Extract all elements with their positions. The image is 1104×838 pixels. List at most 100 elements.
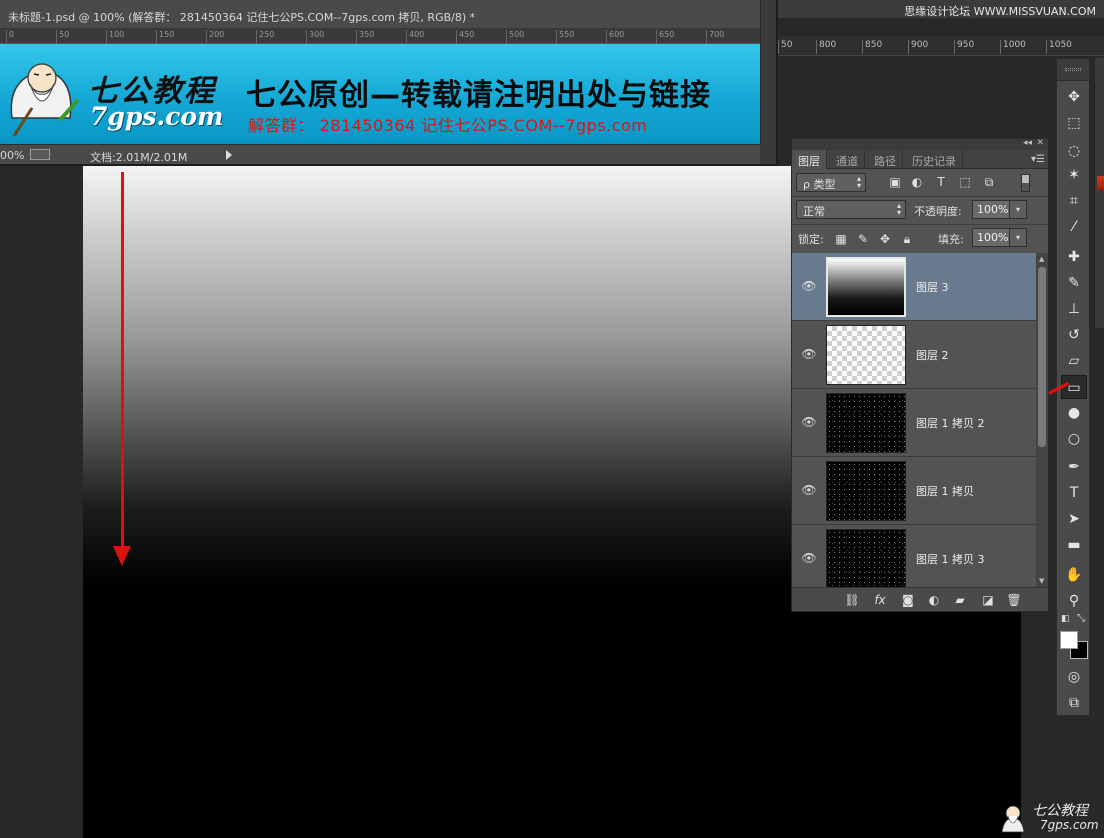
adjustment-icon[interactable]: ◐ xyxy=(926,592,942,608)
visibility-eye-icon[interactable]: 👁︎ xyxy=(798,483,820,497)
opacity-input[interactable]: 100% xyxy=(972,200,1010,219)
fill-dropdown-icon[interactable]: ▾ xyxy=(1009,228,1027,247)
type-tool-icon[interactable]: T xyxy=(1061,481,1087,505)
filter-toggle[interactable] xyxy=(1021,174,1030,192)
screen-mode-icon[interactable]: ⧉ xyxy=(1061,691,1087,715)
trash-icon[interactable]: 🗑︎ xyxy=(1006,592,1022,608)
eraser-tool-icon[interactable]: ▱ xyxy=(1061,349,1087,373)
document-vertical-scrollbar[interactable] xyxy=(760,0,776,144)
hand-tool-icon[interactable]: ✋ xyxy=(1061,563,1087,587)
blend-mode-select[interactable]: 正常 ▴ ▾ xyxy=(796,200,906,219)
sage-mascot-icon xyxy=(10,63,80,137)
layer-row[interactable]: 👁︎ 图层 1 拷贝 3 xyxy=(792,525,1036,587)
status-menu-arrow-icon[interactable] xyxy=(226,150,232,160)
lock-position-icon[interactable]: ✥ xyxy=(878,232,892,246)
smart-object-filter-icon[interactable]: ⧉ xyxy=(982,175,996,189)
magic-wand-tool-icon[interactable]: ✶ xyxy=(1061,163,1087,187)
history-brush-tool-icon[interactable]: ↺ xyxy=(1061,323,1087,347)
opacity-label: 不透明度: xyxy=(914,205,962,218)
zoom-tool-icon[interactable]: ⚲ xyxy=(1061,589,1087,613)
document-resize-handle[interactable] xyxy=(760,144,776,164)
panel-menu-icon[interactable]: ▾☰ xyxy=(1031,154,1045,165)
banner-image: 七公教程 7gps.com 七公原创—转载请注明出处与链接 解答群： 28145… xyxy=(0,44,760,144)
foreground-color-swatch[interactable] xyxy=(1060,631,1078,649)
tools-grip[interactable] xyxy=(1057,59,1089,81)
type-filter-icon[interactable]: T xyxy=(934,175,948,189)
layer-row[interactable]: 👁︎ 图层 1 拷贝 2 xyxy=(792,389,1036,457)
brush-tool-icon[interactable]: ✎ xyxy=(1061,271,1087,295)
visibility-eye-icon[interactable]: 👁︎ xyxy=(798,415,820,429)
filter-kind-select[interactable]: ρ 类型 ▴ ▾ xyxy=(796,173,866,192)
link-icon[interactable]: ⛓ xyxy=(844,592,860,608)
ruler-tick: 450 xyxy=(456,30,474,43)
close-icon[interactable]: ✕ xyxy=(1036,138,1044,148)
layer-row[interactable]: 👁︎ 图层 2 xyxy=(792,321,1036,389)
lock-transparent-icon[interactable]: ▦ xyxy=(834,232,848,246)
collapsed-panel-strip[interactable] xyxy=(1094,58,1104,328)
ruler-tick: 500 xyxy=(506,30,524,43)
panel-tabs: 图层 通道 路径 历史记录 ▾☰ xyxy=(792,150,1048,169)
ruler-tick: 600 xyxy=(606,30,624,43)
lock-all-icon[interactable]: 🔒︎ xyxy=(900,232,914,246)
shape-tool-icon[interactable]: ▬ xyxy=(1061,533,1087,557)
document-ruler: 0 50 100 150 200 250 300 350 400 450 500 550 600 650 7… xyxy=(0,28,760,44)
bottom-watermark: 七公教程 7gps.com xyxy=(996,800,1100,836)
move-tool-icon[interactable]: ✥ xyxy=(1061,85,1087,109)
lock-paint-icon[interactable]: ✎ xyxy=(856,232,870,246)
collapse-icon[interactable]: ◂◂ xyxy=(1023,138,1032,148)
folder-icon[interactable]: ▰ xyxy=(952,592,968,608)
quick-mask-icon[interactable]: ◎ xyxy=(1061,665,1087,689)
panel-grip[interactable]: ◂◂ ✕ xyxy=(792,138,1048,150)
stamp-tool-icon[interactable]: ⊥ xyxy=(1061,297,1087,321)
ruler-tick: 900 xyxy=(908,40,928,54)
zoom-preview-icon[interactable] xyxy=(30,149,50,160)
dodge-tool-icon[interactable]: ○ xyxy=(1061,427,1087,451)
layer-list: 👁︎ 图层 3 👁︎ 图层 2 👁︎ 图层 1 拷贝 2 👁︎ 图层 1 拷贝 xyxy=(792,253,1036,587)
adjustment-filter-icon[interactable]: ◐ xyxy=(910,175,924,189)
shape-filter-icon[interactable]: ⬚ xyxy=(958,175,972,189)
ruler-tick: 800 xyxy=(816,40,836,54)
ruler-tick: 300 xyxy=(306,30,324,43)
pen-tool-icon[interactable]: ✒ xyxy=(1061,455,1087,479)
document-title[interactable]: 未标题-1.psd @ 100% (解答群： 281450364 记住七公PS.… xyxy=(0,0,760,28)
layer-row[interactable]: 👁︎ 图层 1 拷贝 xyxy=(792,457,1036,525)
fx-icon[interactable]: fx xyxy=(872,592,888,608)
fill-input[interactable]: 100% xyxy=(972,228,1010,247)
path-selection-tool-icon[interactable]: ➤ xyxy=(1061,507,1087,531)
visibility-eye-icon[interactable]: 👁︎ xyxy=(798,279,820,293)
layer-row[interactable]: 👁︎ 图层 3 xyxy=(792,253,1036,321)
opacity-dropdown-icon[interactable]: ▾ xyxy=(1009,200,1027,219)
banner-headline: 七公原创—转载请注明出处与链接 xyxy=(246,78,711,113)
tab-paths[interactable]: 路径 xyxy=(868,150,903,169)
visibility-eye-icon[interactable]: 👁︎ xyxy=(798,347,820,361)
gradient-tool-icon[interactable]: ▭ xyxy=(1061,375,1087,399)
blend-row: 正常 ▴ ▾ 不透明度: 100% ▾ xyxy=(792,197,1048,225)
lasso-tool-icon[interactable]: ◌ xyxy=(1061,139,1087,163)
healing-brush-tool-icon[interactable]: ✚ xyxy=(1061,245,1087,269)
ruler-tick: 100 xyxy=(106,30,124,43)
eyedropper-tool-icon[interactable]: ⁄ xyxy=(1061,215,1087,239)
tab-layers[interactable]: 图层 xyxy=(792,150,827,169)
scroll-down-icon[interactable]: ▼ xyxy=(1039,577,1044,585)
tab-history[interactable]: 历史记录 xyxy=(906,150,963,169)
layers-panel: ◂◂ ✕ 图层 通道 路径 历史记录 ▾☰ ρ 类型 ▴▾ ▣ ◐ T ⬚ ⧉ xyxy=(791,138,1049,612)
layer-list-scrollbar[interactable]: ▲ ▼ xyxy=(1036,253,1048,587)
status-zoom[interactable]: 00% xyxy=(0,149,24,162)
scroll-thumb[interactable] xyxy=(1038,267,1046,447)
ruler-tick: 550 xyxy=(556,30,574,43)
mask-icon[interactable]: ◙ xyxy=(900,592,916,608)
image-filter-icon[interactable]: ▣ xyxy=(888,175,902,189)
new-layer-icon[interactable]: ◪ xyxy=(980,592,996,608)
bottom-watermark-english: 7gps.com xyxy=(1040,818,1099,832)
default-colors-icon[interactable]: ◧ xyxy=(1061,615,1070,624)
marquee-tool-icon[interactable]: ⬚ xyxy=(1061,111,1087,135)
layer-name: 图层 1 拷贝 2 xyxy=(916,417,985,430)
visibility-eye-icon[interactable]: 👁︎ xyxy=(798,551,820,565)
scroll-up-icon[interactable]: ▲ xyxy=(1039,255,1044,263)
swap-colors-icon[interactable]: ⤡ xyxy=(1077,613,1085,624)
crop-tool-icon[interactable]: ⌗ xyxy=(1061,189,1087,213)
tab-channels[interactable]: 通道 xyxy=(830,150,865,169)
ruler-tick: 50 xyxy=(778,40,792,54)
layer-name: 图层 2 xyxy=(916,349,949,362)
blur-tool-icon[interactable]: ● xyxy=(1061,401,1087,425)
